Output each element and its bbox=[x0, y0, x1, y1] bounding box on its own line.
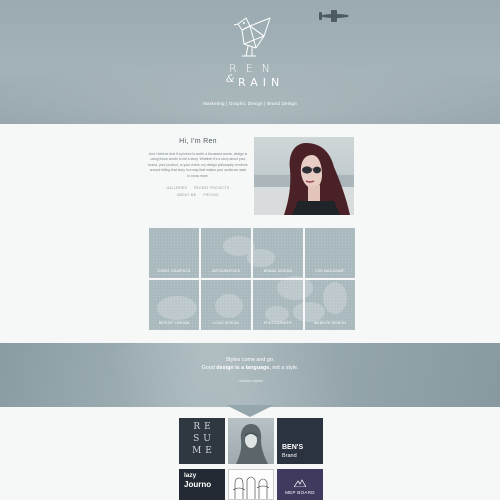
portfolio-mep-board[interactable]: MEP BOARD bbox=[277, 469, 323, 500]
quote-author: - massimo vignelli bbox=[237, 379, 263, 383]
tile-label: INFOGRAPHICS bbox=[211, 269, 241, 273]
portrait-photo bbox=[254, 137, 354, 215]
tile-label: FOR MAILCHIMP bbox=[315, 269, 345, 273]
link-pricing[interactable]: PRICING bbox=[203, 193, 218, 197]
link-galleries[interactable]: GALLERIES bbox=[166, 186, 186, 190]
mep-label: MEP BOARD bbox=[285, 490, 315, 495]
logo-ampersand: & bbox=[226, 74, 235, 85]
tagline: Marketing | Graphic Design | Brand Desig… bbox=[203, 101, 297, 106]
logo-wordmark-rain: RAIN bbox=[238, 76, 285, 89]
portrait-thumb-icon bbox=[236, 424, 268, 464]
tile-logo-design[interactable]: LOGO DESIGN bbox=[201, 280, 251, 330]
lazy-title: lazy bbox=[184, 472, 197, 479]
resume-text: RE SU ME bbox=[192, 422, 216, 456]
portfolio-portrait[interactable] bbox=[228, 418, 274, 464]
tile-event-graphics[interactable]: EVENT GRAPHICS bbox=[149, 228, 199, 278]
airplane-icon bbox=[319, 10, 349, 22]
logo-wordmark-ren: REN bbox=[229, 62, 279, 75]
plant-illustration-icon bbox=[232, 476, 270, 499]
tile-label: BRAND DESIGN bbox=[263, 269, 293, 273]
tile-label: EVENT GRAPHICS bbox=[157, 269, 191, 273]
tile-label: PHOTOGRAPHY bbox=[263, 321, 293, 325]
quote-pre: Good bbox=[201, 365, 217, 371]
chevron-down-icon bbox=[226, 405, 274, 417]
portfolio-bens-brand[interactable]: BEN'S Brand bbox=[277, 418, 323, 464]
tile-label: WEBSITE DESIGN bbox=[313, 321, 346, 325]
tile-photography[interactable]: PHOTOGRAPHY bbox=[253, 280, 303, 330]
link-recent-projects[interactable]: RECENT PROJECTS bbox=[194, 186, 229, 190]
intro-title: Hi, I'm Ren bbox=[179, 138, 217, 145]
services-grid: EVENT GRAPHICS INFOGRAPHICS BRAND DESIGN… bbox=[149, 228, 355, 330]
portfolio-lazy-journo[interactable]: lazy Journo bbox=[179, 469, 225, 500]
tile-label: REPORT DESIGN bbox=[158, 321, 190, 325]
quote-emphasis: design is a language, bbox=[216, 365, 271, 371]
intro-links: GALLERIES RECENT PROJECTS ABOUT ME PRICI… bbox=[148, 185, 248, 199]
quote-line-2: Good design is a language, not a style. bbox=[150, 365, 350, 371]
lazy-subtitle: Journo bbox=[184, 480, 212, 489]
portfolio-resume[interactable]: RE SU ME bbox=[179, 418, 225, 464]
tile-brand-design[interactable]: BRAND DESIGN bbox=[253, 228, 303, 278]
quote-post: not a style. bbox=[270, 365, 299, 371]
intro-section: Hi, I'm Ren And I believe that if a pict… bbox=[148, 138, 248, 199]
intro-body: And I believe that if a picture is worth… bbox=[148, 152, 248, 178]
portfolio-illustration[interactable] bbox=[228, 469, 274, 500]
quote-line-1: Styles come and go. bbox=[225, 357, 275, 363]
bird-logo-icon[interactable] bbox=[230, 14, 274, 60]
tile-label: LOGO DESIGN bbox=[213, 321, 239, 325]
mountain-icon bbox=[294, 479, 306, 487]
tile-for-mailchimp[interactable]: FOR MAILCHIMP bbox=[305, 228, 355, 278]
bens-subtitle: Brand bbox=[282, 453, 297, 459]
portrait-illustration bbox=[254, 143, 354, 215]
tile-website-design[interactable]: WEBSITE DESIGN bbox=[305, 280, 355, 330]
quote-band bbox=[0, 343, 500, 407]
tile-report-design[interactable]: REPORT DESIGN bbox=[149, 280, 199, 330]
hero-banner: REN & RAIN Marketing | Graphic Design | … bbox=[0, 0, 500, 124]
bens-title: BEN'S bbox=[282, 444, 304, 451]
tile-infographics[interactable]: INFOGRAPHICS bbox=[201, 228, 251, 278]
link-about-me[interactable]: ABOUT ME bbox=[177, 193, 196, 197]
